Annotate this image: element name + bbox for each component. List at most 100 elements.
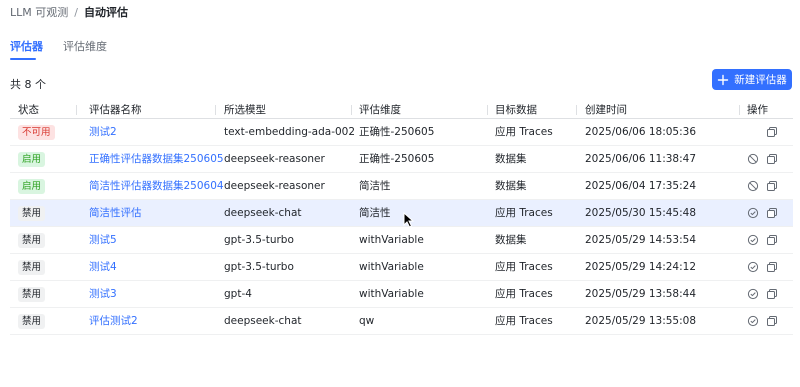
breadcrumb-separator: / bbox=[74, 5, 78, 19]
enable-icon[interactable] bbox=[747, 315, 759, 327]
enable-icon[interactable] bbox=[747, 261, 759, 273]
evaluator-name-link[interactable]: 测试2 bbox=[89, 119, 117, 145]
cell-created: 2025/05/30 15:45:48 bbox=[585, 207, 697, 219]
enable-icon[interactable] bbox=[747, 288, 759, 300]
table-row[interactable]: 禁用 简洁性评估 deepseek-chat 简洁性 应用 Traces 2025/05/… bbox=[10, 200, 793, 227]
cell-dimension: 正确性-250605 bbox=[359, 153, 435, 165]
enable-icon[interactable] bbox=[747, 207, 759, 219]
evaluator-name-link[interactable]: 简洁性评估器数据集250604 bbox=[89, 173, 224, 199]
cell-dimension: 简洁性 bbox=[359, 207, 391, 219]
cell-model: text-embedding-ada-002 bbox=[224, 126, 356, 138]
copy-icon[interactable] bbox=[766, 207, 778, 219]
column-header-status: 状态 bbox=[18, 104, 39, 116]
cell-created: 2025/06/06 11:38:47 bbox=[585, 153, 697, 165]
column-divider bbox=[215, 105, 216, 115]
evaluator-name-link[interactable]: 正确性评估器数据集250605 bbox=[89, 146, 224, 172]
enable-icon[interactable] bbox=[747, 234, 759, 246]
cell-created: 2025/05/29 14:53:54 bbox=[585, 234, 697, 246]
status-badge: 禁用 bbox=[18, 260, 46, 275]
cell-dimension: qw bbox=[359, 315, 375, 327]
cell-dimension: withVariable bbox=[359, 234, 424, 246]
column-divider bbox=[487, 105, 488, 115]
evaluator-name-link[interactable]: 评估测试2 bbox=[89, 308, 138, 334]
evaluator-name-link[interactable]: 测试4 bbox=[89, 254, 117, 280]
cell-model: gpt-3.5-turbo bbox=[224, 234, 294, 246]
column-divider bbox=[739, 105, 740, 115]
cell-created: 2025/06/04 17:35:24 bbox=[585, 180, 697, 192]
table-row[interactable]: 启用 简洁性评估器数据集250604 deepseek-reasoner 简洁性 数据集… bbox=[10, 173, 793, 200]
cell-model: gpt-3.5-turbo bbox=[224, 261, 294, 273]
tab-active-indicator bbox=[10, 58, 36, 60]
breadcrumb-current: 自动评估 bbox=[83, 6, 128, 19]
mouse-cursor-icon bbox=[403, 212, 415, 228]
copy-icon[interactable] bbox=[766, 234, 778, 246]
total-count: 共 8 个 bbox=[10, 78, 46, 91]
table-header: 状态 评估器名称 所选模型 评估维度 目标数据 创建时间 操作 bbox=[10, 101, 793, 119]
tab-dimensions[interactable]: 评估维度 bbox=[63, 40, 107, 56]
evaluator-name-link[interactable]: 测试3 bbox=[89, 281, 117, 307]
column-header-model: 所选模型 bbox=[224, 104, 266, 116]
status-badge: 禁用 bbox=[18, 206, 46, 221]
table-row[interactable]: 禁用 测试4 gpt-3.5-turbo withVariable 应用 Traces 2… bbox=[10, 254, 793, 281]
table-row[interactable]: 启用 正确性评估器数据集250605 deepseek-reasoner 正确性-25… bbox=[10, 146, 793, 173]
copy-icon[interactable] bbox=[766, 315, 778, 327]
cell-dimension: withVariable bbox=[359, 288, 424, 300]
new-evaluator-button[interactable]: 新建评估器 bbox=[712, 69, 792, 90]
column-divider bbox=[351, 105, 352, 115]
cell-target: 数据集 bbox=[495, 234, 527, 246]
status-badge: 启用 bbox=[18, 179, 46, 194]
disable-icon[interactable] bbox=[747, 153, 759, 165]
cell-created: 2025/05/29 13:58:44 bbox=[585, 288, 697, 300]
cell-model: gpt-4 bbox=[224, 288, 252, 300]
cell-model: deepseek-chat bbox=[224, 315, 302, 327]
copy-icon[interactable] bbox=[766, 126, 778, 138]
table-row[interactable]: 禁用 测试3 gpt-4 withVariable 应用 Traces 2025/05/2… bbox=[10, 281, 793, 308]
cell-created: 2025/05/29 13:55:08 bbox=[585, 315, 697, 327]
status-badge: 禁用 bbox=[18, 314, 46, 329]
cell-dimension: withVariable bbox=[359, 261, 424, 273]
tab-bar: 评估器 评估维度 bbox=[10, 40, 127, 56]
cell-model: deepseek-reasoner bbox=[224, 153, 325, 165]
status-badge: 禁用 bbox=[18, 233, 46, 248]
column-header-created: 创建时间 bbox=[585, 104, 627, 116]
cell-model: deepseek-reasoner bbox=[224, 180, 325, 192]
cell-target: 应用 Traces bbox=[495, 126, 553, 138]
disable-icon[interactable] bbox=[747, 180, 759, 192]
column-header-target: 目标数据 bbox=[495, 104, 537, 116]
cell-model: deepseek-chat bbox=[224, 207, 302, 219]
column-header-name: 评估器名称 bbox=[89, 104, 142, 116]
cell-target: 应用 Traces bbox=[495, 315, 553, 327]
table-body: 不可用 测试2 text-embedding-ada-002 正确性-250605 应用… bbox=[10, 119, 793, 335]
evaluator-name-link[interactable]: 简洁性评估 bbox=[89, 200, 142, 226]
status-badge: 启用 bbox=[18, 152, 46, 167]
cell-target: 数据集 bbox=[495, 180, 527, 192]
table-row[interactable]: 禁用 评估测试2 deepseek-chat qw 应用 Traces 2025/05/2… bbox=[10, 308, 793, 335]
cell-target: 数据集 bbox=[495, 153, 527, 165]
cell-created: 2025/05/29 14:24:12 bbox=[585, 261, 697, 273]
breadcrumb: LLM 可观测 / 自动评估 bbox=[10, 4, 128, 20]
cell-created: 2025/06/06 18:05:36 bbox=[585, 126, 697, 138]
evaluator-table: 状态 评估器名称 所选模型 评估维度 目标数据 创建时间 操作 不可用 测试2 te… bbox=[10, 101, 793, 335]
cell-dimension: 正确性-250605 bbox=[359, 126, 435, 138]
column-header-actions: 操作 bbox=[747, 104, 768, 116]
plus-icon bbox=[717, 74, 729, 86]
evaluator-name-link[interactable]: 测试5 bbox=[89, 227, 117, 253]
copy-icon[interactable] bbox=[766, 288, 778, 300]
column-divider bbox=[76, 105, 77, 115]
cell-target: 应用 Traces bbox=[495, 261, 553, 273]
copy-icon[interactable] bbox=[766, 153, 778, 165]
copy-icon[interactable] bbox=[766, 180, 778, 192]
column-header-dimension: 评估维度 bbox=[359, 104, 401, 116]
cell-dimension: 简洁性 bbox=[359, 180, 391, 192]
tab-evaluators[interactable]: 评估器 bbox=[10, 40, 43, 56]
status-badge: 禁用 bbox=[18, 287, 46, 302]
new-evaluator-label: 新建评估器 bbox=[734, 74, 787, 86]
copy-icon[interactable] bbox=[766, 261, 778, 273]
column-divider bbox=[576, 105, 577, 115]
cell-target: 应用 Traces bbox=[495, 288, 553, 300]
breadcrumb-root[interactable]: LLM 可观测 bbox=[10, 4, 68, 20]
cell-target: 应用 Traces bbox=[495, 207, 553, 219]
table-row[interactable]: 不可用 测试2 text-embedding-ada-002 正确性-250605 应用… bbox=[10, 119, 793, 146]
status-badge: 不可用 bbox=[18, 125, 55, 140]
table-row[interactable]: 禁用 测试5 gpt-3.5-turbo withVariable 数据集 2025/05… bbox=[10, 227, 793, 254]
